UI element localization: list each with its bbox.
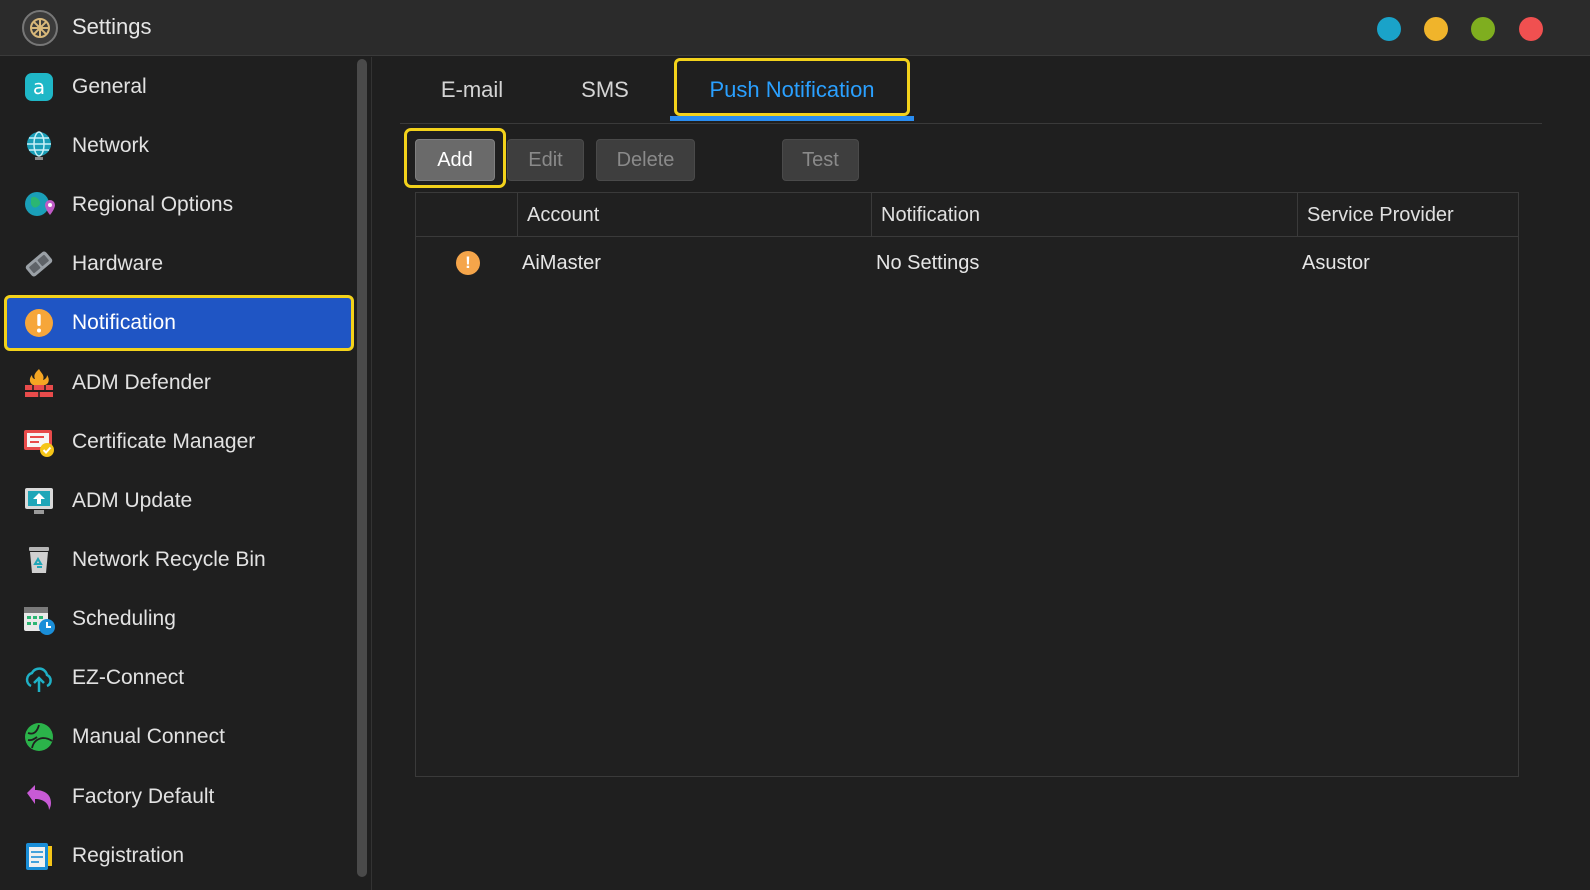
column-header-service-provider[interactable]: Service Provider [1297, 193, 1518, 237]
tab-bar: E-mail SMS Push Notification [400, 58, 1542, 124]
sidebar-item-network-recycle-bin[interactable]: Network Recycle Bin [4, 532, 354, 588]
svg-text:a: a [33, 75, 45, 99]
sidebar-item-network[interactable]: Network [4, 118, 354, 174]
sidebar-item-adm-update[interactable]: ADM Update [4, 473, 354, 529]
test-button[interactable]: Test [782, 139, 859, 181]
cell-service-provider: Asustor [1302, 251, 1370, 274]
table-row[interactable]: ! AiMaster No Settings Asustor [416, 238, 1518, 288]
update-icon [22, 484, 56, 518]
tab-sms[interactable]: SMS [560, 58, 650, 122]
firewall-icon [22, 366, 56, 400]
active-tab-indicator [670, 116, 914, 121]
sidebar-item-label: ADM Update [72, 489, 193, 512]
sidebar-item-label: EZ-Connect [72, 666, 185, 689]
cell-account: AiMaster [522, 251, 601, 274]
warning-icon: ! [456, 251, 480, 275]
regional-globe-icon [22, 188, 56, 222]
table-header: Account Notification Service Provider [416, 193, 1518, 237]
app-title: Settings [72, 14, 152, 39]
recycle-bin-icon [22, 543, 56, 577]
settings-app-icon [22, 10, 58, 46]
sidebar-item-label: Manual Connect [72, 725, 225, 748]
cloud-upload-icon [22, 661, 56, 695]
window-dot-blue[interactable] [1377, 17, 1401, 41]
registration-icon [22, 839, 56, 873]
sidebar-item-label: Regional Options [72, 193, 234, 216]
sidebar-item-label: Registration [72, 844, 185, 867]
window-dot-yellow[interactable] [1424, 17, 1448, 41]
sidebar-item-label: Network Recycle Bin [72, 548, 266, 571]
column-header-account[interactable]: Account [517, 193, 871, 237]
sidebar-item-certificate-manager[interactable]: Certificate Manager [4, 414, 354, 470]
sidebar-item-adm-defender[interactable]: ADM Defender [4, 355, 354, 411]
calendar-clock-icon [22, 602, 56, 636]
general-icon: a [22, 70, 56, 104]
edit-button[interactable]: Edit [507, 139, 584, 181]
hardware-icon [22, 247, 56, 281]
sidebar: a General Network Regional Options Hardw… [0, 57, 372, 890]
sidebar-item-factory-default[interactable]: Factory Default [4, 769, 354, 825]
window-dot-red[interactable] [1519, 17, 1543, 41]
tab-email[interactable]: E-mail [420, 58, 524, 122]
column-header-status[interactable] [416, 193, 517, 237]
window-dot-green[interactable] [1471, 17, 1495, 41]
sidebar-item-label: Certificate Manager [72, 430, 256, 453]
manual-connect-icon [22, 720, 56, 754]
sidebar-item-label: General [72, 75, 147, 98]
sidebar-item-label: Network [72, 134, 150, 157]
sidebar-item-notification[interactable]: Notification [4, 295, 354, 351]
cell-notification: No Settings [876, 251, 980, 274]
sidebar-scrollbar[interactable] [357, 59, 367, 877]
sidebar-item-label: Scheduling [72, 607, 176, 630]
sidebar-item-label: Factory Default [72, 785, 215, 808]
push-notification-table: Account Notification Service Provider ! … [415, 192, 1519, 777]
sidebar-item-label: Notification [72, 311, 176, 334]
alert-icon [22, 306, 56, 340]
sidebar-item-label: Hardware [72, 252, 164, 275]
add-button[interactable]: Add [415, 139, 495, 181]
column-header-notification[interactable]: Notification [871, 193, 1297, 237]
sidebar-item-label: ADM Defender [72, 371, 211, 394]
globe-icon [22, 129, 56, 163]
title-bar: Settings [0, 0, 1590, 56]
sidebar-item-manual-connect[interactable]: Manual Connect [4, 709, 354, 765]
tab-highlight-frame [674, 58, 910, 116]
sidebar-item-general[interactable]: a General [4, 59, 354, 115]
certificate-icon [22, 425, 56, 459]
sidebar-item-ez-connect[interactable]: EZ-Connect [4, 650, 354, 706]
delete-button[interactable]: Delete [596, 139, 695, 181]
undo-icon [22, 780, 56, 814]
sidebar-item-regional-options[interactable]: Regional Options [4, 177, 354, 233]
sidebar-item-hardware[interactable]: Hardware [4, 236, 354, 292]
sidebar-scrollbar-thumb[interactable] [357, 59, 367, 877]
sidebar-item-registration[interactable]: Registration [4, 828, 354, 884]
sidebar-item-scheduling[interactable]: Scheduling [4, 591, 354, 647]
